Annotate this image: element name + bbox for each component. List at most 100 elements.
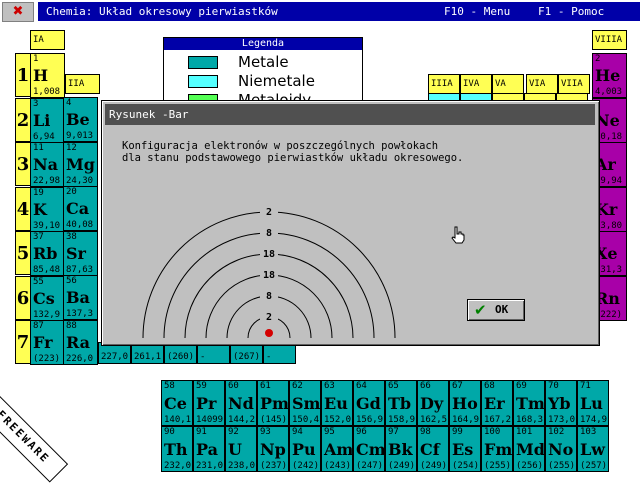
atomic-number: 61 (260, 381, 271, 391)
element-symbol: U (228, 440, 242, 459)
ok-button[interactable]: ✔ OK (467, 299, 525, 321)
group-header-iva: IVA (460, 74, 492, 94)
element-cell-rb[interactable]: 37 Rb 85,48 (30, 231, 65, 276)
element-symbol: Rb (33, 244, 58, 263)
element-cell-nd[interactable]: 60 Nd 144,2 (225, 380, 257, 426)
atomic-mass: 156,9 (356, 415, 384, 425)
atomic-number: 65 (388, 381, 399, 391)
atomic-mass: (267) (233, 352, 261, 362)
atomic-mass: (247) (356, 461, 384, 471)
element-symbol: Pa (196, 440, 218, 459)
element-cell-pr[interactable]: 59 Pr 14099 (193, 380, 225, 426)
element-cell-gd[interactable]: 64 Gd 156,9 (353, 380, 385, 426)
element-cell-sm[interactable]: 62 Sm 150,4 (289, 380, 321, 426)
element-cell-pm[interactable]: 61 Pm (145) (257, 380, 289, 426)
element-symbol: Pu (292, 440, 316, 459)
atomic-number: 68 (484, 381, 495, 391)
legend-panel: Legenda Metale Niemetale Metaloidy (163, 37, 363, 107)
atomic-number: 63 (324, 381, 335, 391)
atomic-number: 37 (33, 232, 44, 242)
element-symbol: Ce (164, 394, 187, 413)
element-symbol: Er (484, 394, 505, 413)
element-cell-li[interactable]: 3 Li 6,94 (30, 97, 65, 143)
element-cell-sr[interactable]: 38 Sr 87,63 (63, 230, 98, 276)
element-cell-fr[interactable]: 87 Fr (223) (30, 320, 65, 365)
atomic-mass: (255) (548, 461, 576, 471)
element-cell-es[interactable]: 99 Es (254) (449, 426, 481, 472)
shell-electron-count: 8 (266, 228, 272, 239)
element-symbol: Eu (324, 394, 348, 413)
element-cell-ca[interactable]: 20 Ca 40,08 (63, 186, 98, 231)
element-cell-no[interactable]: 102 No (255) (545, 426, 577, 472)
atomic-mass: (256) (516, 461, 544, 471)
electron-shell-arc (205, 274, 333, 339)
atomic-mass: 168,3 (516, 415, 544, 425)
element-cell-lw[interactable]: 103 Lw (257) (577, 426, 609, 472)
element-symbol: Cm (356, 440, 385, 459)
atomic-number: 92 (228, 427, 239, 437)
atomic-mass: 226,0 (66, 353, 94, 364)
element-cell-mg[interactable]: 12 Mg 24,30 (63, 141, 98, 187)
element-cell-ce[interactable]: 58 Ce 140,1 (161, 380, 193, 426)
group-header-iia: IIA (65, 74, 100, 94)
group-header-via: VIA (526, 74, 558, 94)
atomic-mass: 150,4 (292, 415, 320, 425)
element-symbol: No (548, 440, 574, 459)
element-symbol: Fr (33, 333, 53, 352)
shell-electron-count: 18 (263, 270, 275, 281)
atomic-number: 69 (516, 381, 527, 391)
element-cell-np[interactable]: 93 Np (237) (257, 426, 289, 472)
element-cell-eu[interactable]: 63 Eu 152,0 (321, 380, 353, 426)
element-cell-pa[interactable]: 91 Pa 231,0 (193, 426, 225, 472)
atomic-mass: 227,0 (101, 352, 129, 362)
atomic-mass: 231,0 (196, 461, 224, 471)
element-cell-fm[interactable]: 100 Fm (255) (481, 426, 513, 472)
element-cell-ho[interactable]: 67 Ho 164,9 (449, 380, 481, 426)
atomic-mass: 232,0 (164, 461, 192, 471)
element-cell-pu[interactable]: 94 Pu (242) (289, 426, 321, 472)
element-cell-er[interactable]: 68 Er 167,2 (481, 380, 513, 426)
atomic-number: 98 (420, 427, 431, 437)
element-symbol: H (33, 66, 49, 85)
shell-electron-count: 2 (266, 207, 272, 218)
element-cell-na[interactable]: 11 Na 22,98 (30, 142, 65, 187)
element-symbol: Ba (66, 288, 90, 307)
element-cell-am[interactable]: 95 Am (243) (321, 426, 353, 472)
nucleus-dot (265, 329, 273, 337)
atomic-mass: 164,9 (452, 415, 480, 425)
dialog-title: Rysunek -Bar (105, 104, 595, 125)
element-cell-bk[interactable]: 97 Bk (249) (385, 426, 417, 472)
checkmark-icon: ✔ (474, 301, 487, 319)
atomic-number: 93 (260, 427, 271, 437)
element-cell-cf[interactable]: 98 Cf (249) (417, 426, 449, 472)
atomic-mass: - (266, 352, 272, 362)
atomic-mass: 14099 (196, 415, 224, 425)
atomic-mass: 9,013 (66, 131, 94, 141)
element-cell-k[interactable]: 19 K 39,10 (30, 186, 65, 232)
element-cell-tb[interactable]: 65 Tb 158,9 (385, 380, 417, 426)
element-cell-lu[interactable]: 71 Lu 174,9 (577, 380, 609, 426)
atomic-number: 1 (33, 54, 39, 64)
element-cell-md[interactable]: 101 Md (256) (513, 426, 545, 472)
element-cell-u[interactable]: 92 U 238,0 (225, 426, 257, 472)
element-cell-th[interactable]: 90 Th 232,0 (161, 426, 193, 472)
element-cell-ra[interactable]: 88 Ra 226,0 (63, 319, 98, 365)
element-cell-be[interactable]: 4 Be 9,013 (63, 97, 98, 142)
atomic-mass: 4,003 (595, 87, 623, 97)
element-cell-he[interactable]: 2 He 4,003 (592, 53, 627, 98)
element-symbol: K (33, 199, 47, 219)
element-cell-tm[interactable]: 69 Tm 168,3 (513, 380, 545, 426)
element-cell-yb[interactable]: 70 Yb 173,0 (545, 380, 577, 426)
atomic-number: 97 (388, 427, 399, 437)
element-cell-h[interactable]: 1 H 1,008 (30, 53, 65, 98)
element-cell-ba[interactable]: 56 Ba 137,3 (63, 275, 98, 320)
element-symbol: Bk (388, 440, 413, 459)
element-cell-cm[interactable]: 96 Cm (247) (353, 426, 385, 472)
atomic-mass: (249) (388, 461, 416, 471)
element-symbol: Th (164, 440, 188, 459)
bar-dialog: Rysunek -Bar Konfiguracja elektronów w p… (101, 100, 600, 346)
group-header-ia: IA (30, 30, 65, 50)
period-number-4: 4 (15, 186, 31, 231)
element-cell-cs[interactable]: 55 Cs 132,9 (30, 275, 65, 321)
element-cell-dy[interactable]: 66 Dy 162,5 (417, 380, 449, 426)
